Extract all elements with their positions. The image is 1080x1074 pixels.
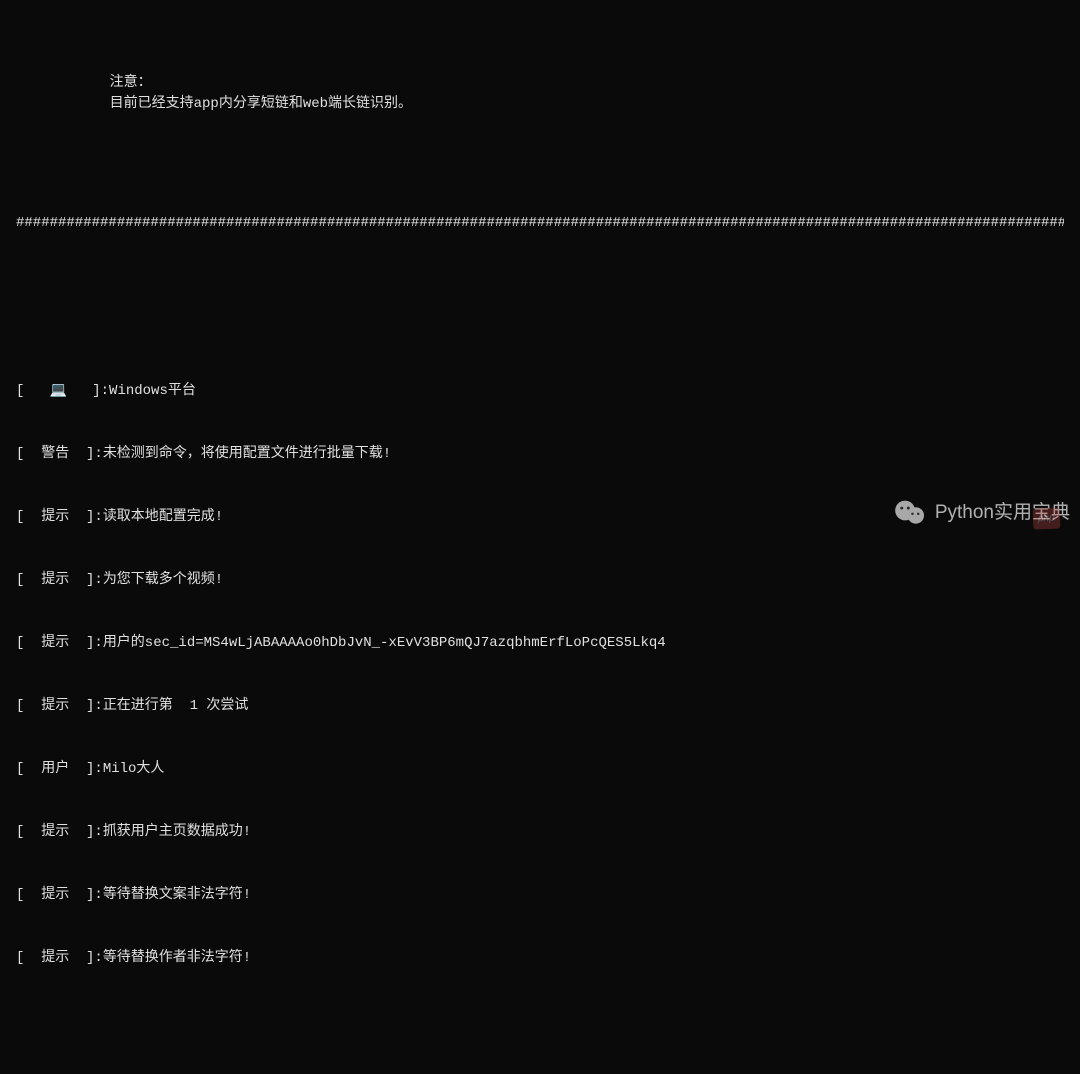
text-multi: 为您下载多个视频!	[103, 572, 223, 588]
text-attempt: 正在进行第 1 次尝试	[103, 698, 249, 714]
tag-hint: [ 提示 ]:	[16, 822, 103, 843]
tag-hint: [ 提示 ]:	[16, 570, 103, 591]
terminal-output: 注意： 目前已经支持app内分享短链和web端长链识别。 ###########…	[0, 0, 1080, 1074]
log-line-attempt: [ 提示 ]:正在进行第 1 次尝试	[16, 696, 1064, 717]
text-user: Milo大人	[103, 761, 165, 777]
notice-line: 注意： 目前已经支持app内分享短链和web端长链识别。	[16, 52, 1064, 136]
text-replace1: 等待替换文案非法字符!	[103, 887, 251, 903]
log-line-homepage: [ 提示 ]:抓获用户主页数据成功!	[16, 822, 1064, 843]
notice-text: 目前已经支持app内分享短链和web端长链识别。	[110, 96, 412, 112]
blank-line	[16, 1032, 1064, 1053]
log-line-user: [ 用户 ]:Milo大人	[16, 759, 1064, 780]
text-warning: 未检测到命令，将使用配置文件进行批量下载!	[103, 446, 391, 462]
text-homepage: 抓获用户主页数据成功!	[103, 824, 251, 840]
text-platform: Windows平台	[109, 383, 196, 399]
tag-warning: [ 警告 ]:	[16, 444, 103, 465]
wechat-icon	[893, 499, 927, 527]
blank-line	[16, 297, 1064, 318]
log-line-warning: [ 警告 ]:未检测到命令，将使用配置文件进行批量下载!	[16, 444, 1064, 465]
log-line-multi: [ 提示 ]:为您下载多个视频!	[16, 570, 1064, 591]
log-line-platform: [ 💻 ]:Windows平台	[16, 381, 1064, 402]
tag-hint: [ 提示 ]:	[16, 948, 103, 969]
php-stamp: php	[1033, 508, 1060, 529]
tag-hint: [ 提示 ]:	[16, 507, 103, 528]
log-line-replace2: [ 提示 ]:等待替换作者非法字符!	[16, 948, 1064, 969]
text-replace2: 等待替换作者非法字符!	[103, 950, 251, 966]
text-secid: 用户的sec_id=MS4wLjABAAAAo0hDbJvN_-xEvV3BP6…	[103, 635, 666, 651]
log-line-secid: [ 提示 ]:用户的sec_id=MS4wLjABAAAAo0hDbJvN_-x…	[16, 633, 1064, 654]
notice-label: 注意：	[110, 73, 180, 94]
tag-hint: [ 提示 ]:	[16, 633, 103, 654]
tag-hint: [ 提示 ]:	[16, 696, 103, 717]
tag-hint: [ 提示 ]:	[16, 885, 103, 906]
text-config: 读取本地配置完成!	[103, 509, 223, 525]
tag-user: [ 用户 ]:	[16, 759, 103, 780]
php-stamp-text: php	[1033, 508, 1060, 530]
tag-platform: [ 💻 ]:	[16, 381, 109, 402]
divider-line: ########################################…	[16, 213, 1064, 234]
log-line-replace1: [ 提示 ]:等待替换文案非法字符!	[16, 885, 1064, 906]
